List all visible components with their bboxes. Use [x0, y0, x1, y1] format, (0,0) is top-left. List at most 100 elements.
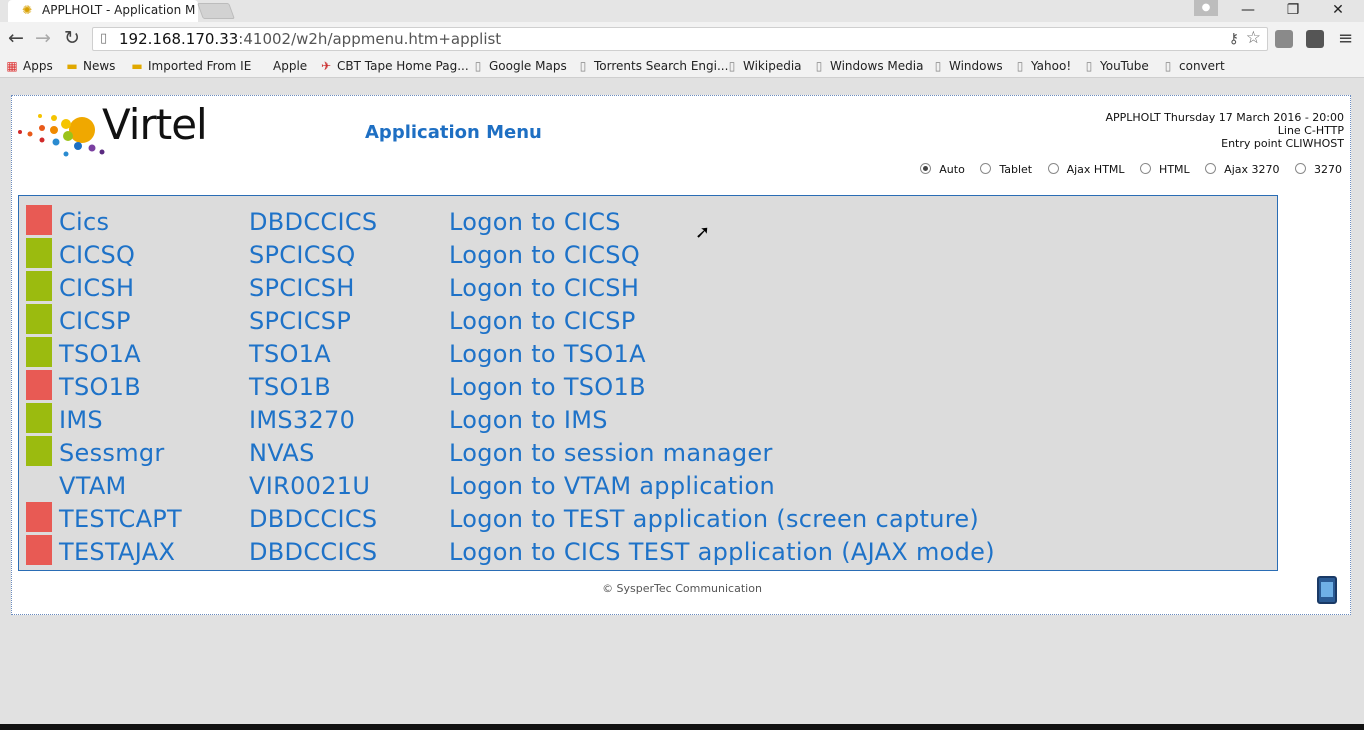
app-id-link[interactable]: DBDCCICS	[249, 208, 377, 236]
app-name-link[interactable]: TSO1A	[59, 340, 141, 368]
virtel-favicon-icon: ✺	[22, 3, 33, 17]
app-description-link[interactable]: Logon to session manager	[449, 439, 773, 467]
app-row[interactable]: Cics DBDCCICS Logon to CICS	[19, 202, 1277, 236]
bookmark-torrents[interactable]: ▯ Torrents Search Engi...	[577, 59, 729, 73]
app-row[interactable]: VTAM VIR0021U Logon to VTAM application	[19, 466, 1277, 500]
status-indicator	[26, 304, 52, 334]
app-row[interactable]: TESTCAPT DBDCCICS Logon to TEST applicatio…	[19, 499, 1277, 533]
mode-ajax-3270[interactable]: Ajax 3270	[1205, 163, 1280, 176]
app-name-link[interactable]: CICSH	[59, 274, 134, 302]
app-name-link[interactable]: TESTCAPT	[59, 505, 182, 533]
app-description-link[interactable]: Logon to IMS	[449, 406, 608, 434]
app-description-link[interactable]: Logon to TEST application (screen captur…	[449, 505, 979, 533]
app-row[interactable]: CICSP SPCICSP Logon to CICSP	[19, 301, 1277, 335]
extension-icon-2[interactable]	[1306, 30, 1324, 48]
radio-ajax-3270[interactable]	[1205, 163, 1217, 174]
mode-auto[interactable]: Auto	[920, 163, 965, 176]
app-name-link[interactable]: TESTAJAX	[59, 538, 175, 566]
bookmark-star-icon[interactable]: ☆	[1246, 27, 1261, 49]
app-id-link[interactable]: TSO1B	[249, 373, 331, 401]
bookmarks-bar: ▦ Apps ▬ News ▬ Imported From IE Apple ✈ CBT…	[0, 56, 1364, 78]
mode-ajax-html[interactable]: Ajax HTML	[1047, 163, 1125, 176]
bookmark-news[interactable]: ▬ News	[66, 59, 115, 73]
app-name-link[interactable]: IMS	[59, 406, 103, 434]
app-description-link[interactable]: Logon to TSO1B	[449, 373, 646, 401]
virtel-logo-dots-icon	[18, 114, 105, 157]
radio-ajax-html[interactable]	[1047, 163, 1059, 174]
app-description-link[interactable]: Logon to CICSQ	[449, 241, 640, 269]
app-description-link[interactable]: Logon to CICS	[449, 208, 621, 236]
app-id-link[interactable]: SPCICSH	[249, 274, 355, 302]
window-titlebar: ✺ APPLHOLT - Application M ● — ❐ ✕	[0, 0, 1364, 22]
app-row[interactable]: TSO1A TSO1A Logon to TSO1A	[19, 334, 1277, 368]
app-name-link[interactable]: VTAM	[59, 472, 127, 500]
app-name-link[interactable]: TSO1B	[59, 373, 141, 401]
app-id-link[interactable]: DBDCCICS	[249, 505, 377, 533]
app-description-link[interactable]: Logon to TSO1A	[449, 340, 646, 368]
apps-grid-icon: ▦	[6, 59, 18, 73]
app-row[interactable]: CICSH SPCICSH Logon to CICSH	[19, 268, 1277, 302]
chrome-menu-icon[interactable]: ≡	[1338, 28, 1353, 49]
status-indicator	[26, 535, 52, 565]
page-icon: ▯	[579, 59, 587, 73]
app-name-link[interactable]: CICSQ	[59, 241, 135, 269]
forward-icon[interactable]: →	[31, 27, 55, 49]
bookmark-apps[interactable]: ▦ Apps	[6, 59, 52, 73]
status-indicator	[26, 502, 52, 532]
app-id-link[interactable]: NVAS	[249, 439, 315, 467]
app-description-link[interactable]: Logon to CICS TEST application (AJAX mod…	[449, 538, 995, 566]
app-id-link[interactable]: IMS3270	[249, 406, 355, 434]
app-id-link[interactable]: DBDCCICS	[249, 538, 377, 566]
app-row[interactable]: TESTAJAX DBDCCICS Logon to CICS TEST appli…	[19, 532, 1277, 566]
bookmark-apple[interactable]: Apple	[256, 59, 307, 73]
user-profile-icon[interactable]: ●	[1194, 0, 1218, 16]
mode-3270[interactable]: 3270	[1295, 163, 1342, 176]
bookmark-windows-media[interactable]: ▯ Windows Media	[813, 59, 924, 73]
app-name-link[interactable]: Cics	[59, 208, 109, 236]
bookmark-cbt-tape[interactable]: ✈ CBT Tape Home Pag...	[320, 59, 469, 73]
minimize-button[interactable]: —	[1226, 0, 1270, 20]
app-row[interactable]: TSO1B TSO1B Logon to TSO1B	[19, 367, 1277, 401]
app-row[interactable]: IMS IMS3270 Logon to IMS	[19, 400, 1277, 434]
app-description-link[interactable]: Logon to VTAM application	[449, 472, 775, 500]
bookmark-yahoo[interactable]: ▯ Yahoo!	[1014, 59, 1071, 73]
app-name-link[interactable]: CICSP	[59, 307, 131, 335]
bookmark-youtube[interactable]: ▯ YouTube	[1083, 59, 1149, 73]
folder-icon: ▬	[131, 59, 143, 73]
back-icon[interactable]: ←	[4, 27, 28, 49]
restore-button[interactable]: ❐	[1271, 0, 1315, 20]
close-window-button[interactable]: ✕	[1316, 0, 1360, 20]
status-indicator	[26, 370, 52, 400]
app-name-link[interactable]: Sessmgr	[59, 439, 165, 467]
browser-toolbar: ← → ↻ ▯ 192.168.170.33:41002/w2h/appmenu…	[0, 22, 1364, 56]
bookmark-convert[interactable]: ▯ convert	[1162, 59, 1225, 73]
radio-3270[interactable]	[1295, 163, 1306, 174]
radio-auto[interactable]	[920, 163, 932, 174]
app-id-link[interactable]: TSO1A	[249, 340, 331, 368]
app-row[interactable]: Sessmgr NVAS Logon to session manager	[19, 433, 1277, 467]
bookmark-wikipedia[interactable]: ▯ Wikipedia	[726, 59, 802, 73]
tablet-mode-icon[interactable]	[1317, 576, 1337, 604]
app-id-link[interactable]: SPCICSQ	[249, 241, 356, 269]
address-bar[interactable]: ▯ 192.168.170.33:41002/w2h/appmenu.htm+a…	[92, 27, 1268, 51]
mode-tablet[interactable]: Tablet	[980, 163, 1032, 176]
reload-icon[interactable]: ↻	[60, 27, 84, 49]
app-id-link[interactable]: SPCICSP	[249, 307, 351, 335]
mode-html[interactable]: HTML	[1140, 163, 1190, 176]
browser-tab[interactable]: ✺ APPLHOLT - Application M	[8, 0, 198, 22]
new-tab-button[interactable]	[197, 3, 235, 19]
page-icon: ▯	[474, 59, 482, 73]
radio-tablet[interactable]	[980, 163, 992, 174]
bookmark-google-maps[interactable]: ▯ Google Maps	[472, 59, 567, 73]
bookmark-windows[interactable]: ▯ Windows	[932, 59, 1003, 73]
app-description-link[interactable]: Logon to CICSH	[449, 274, 639, 302]
app-id-link[interactable]: VIR0021U	[249, 472, 370, 500]
app-row[interactable]: CICSQ SPCICSQ Logon to CICSQ	[19, 235, 1277, 269]
bookmark-imported-from-ie[interactable]: ▬ Imported From IE	[131, 59, 251, 73]
extension-icon[interactable]	[1275, 30, 1293, 48]
status-indicator	[26, 238, 52, 268]
page-icon: ▯	[815, 59, 823, 73]
app-description-link[interactable]: Logon to CICSP	[449, 307, 636, 335]
radio-html[interactable]	[1140, 163, 1152, 174]
key-icon[interactable]: ⚷	[1229, 28, 1239, 50]
